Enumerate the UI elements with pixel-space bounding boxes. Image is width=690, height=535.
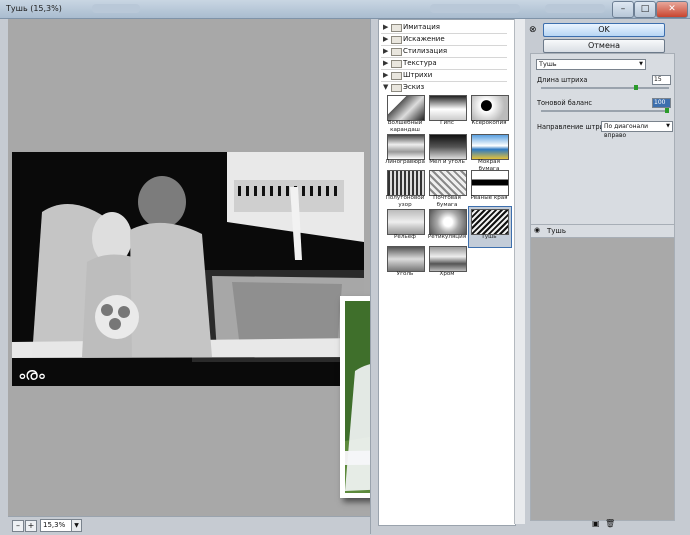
filter-category-strokes[interactable]: ▶ Штрихи xyxy=(381,70,507,82)
category-label: Текстура xyxy=(403,59,437,67)
folder-icon xyxy=(391,60,402,68)
filter-label: Линогравюра xyxy=(385,159,425,165)
collapse-triangle-icon: ▼ xyxy=(383,83,389,91)
window-title: Тушь (15,3%) xyxy=(6,4,62,13)
filter-thumb-chrome[interactable] xyxy=(429,246,467,272)
filter-label: Рельеф xyxy=(394,234,416,240)
filter-thumb-ink[interactable] xyxy=(471,209,509,235)
status-bar: – + 15,3% ▼ xyxy=(8,516,370,535)
filter-category-stylize[interactable]: ▶ Стилизация xyxy=(381,46,507,58)
category-label: Имитация xyxy=(403,23,440,31)
window-frame xyxy=(0,19,8,534)
svg-text:ൟ: ൟ xyxy=(18,364,45,385)
eye-icon[interactable]: ◉ xyxy=(534,226,540,234)
folder-icon xyxy=(391,36,402,44)
slider-knob[interactable] xyxy=(665,108,669,113)
zoom-in-button[interactable]: + xyxy=(25,520,37,532)
chevron-down-icon[interactable]: ▼ xyxy=(71,519,82,532)
filter-thumb-charcoal[interactable] xyxy=(387,246,425,272)
tonal-balance-label: Тоновой баланс xyxy=(537,99,593,107)
filter-thumb-torn-edges[interactable] xyxy=(471,170,509,196)
preview-image-ink-art: ൟ xyxy=(12,152,364,386)
title-bar-blur xyxy=(430,4,520,13)
effect-layer-label: Тушь xyxy=(547,227,566,235)
filter-label: Ксерокопия xyxy=(471,120,507,126)
stroke-length-label: Длина штриха xyxy=(537,76,588,84)
folder-icon xyxy=(391,24,402,32)
filter-label: Гипс xyxy=(440,120,454,126)
expand-triangle-icon: ▶ xyxy=(383,59,389,67)
filter-category-sketch[interactable]: ▼ Эскиз xyxy=(381,82,507,93)
zoom-out-button[interactable]: – xyxy=(12,520,24,532)
category-label: Штрихи xyxy=(403,71,433,79)
expand-triangle-icon: ▶ xyxy=(383,47,389,55)
filter-category-imitation[interactable]: ▶ Имитация xyxy=(381,22,507,34)
stroke-length-slider[interactable] xyxy=(541,85,669,90)
filter-thumb-chalk-charcoal[interactable] xyxy=(429,134,467,160)
filter-select-value: Тушь xyxy=(539,60,557,68)
title-bar: Тушь (15,3%) – □ ✕ xyxy=(0,0,690,19)
chevron-down-icon: ▼ xyxy=(639,61,643,67)
title-bar-blur xyxy=(545,4,605,13)
filter-thumb-bas-relief[interactable] xyxy=(387,209,425,235)
filter-category-distort[interactable]: ▶ Искажение xyxy=(381,34,507,46)
close-button[interactable]: ✕ xyxy=(656,1,688,18)
filter-label: Полутоновой узор xyxy=(385,195,425,208)
minimize-button[interactable]: – xyxy=(612,1,634,18)
filter-label: Уголь xyxy=(396,271,414,277)
filter-settings-panel: Тушь ▼ Длина штриха 15 Тоновой баланс 10… xyxy=(530,53,675,225)
filter-label: Почтовая бумага xyxy=(433,195,461,208)
effect-layer-row[interactable]: ◉ Тушь xyxy=(531,225,674,238)
folder-open-icon xyxy=(391,84,402,92)
filter-select[interactable]: Тушь ▼ xyxy=(536,59,646,70)
cancel-button[interactable]: Отмена xyxy=(543,39,665,53)
filter-thumb-wet-paper[interactable] xyxy=(471,134,509,160)
category-label: Искажение xyxy=(403,35,445,43)
expand-triangle-icon: ▶ xyxy=(383,23,389,31)
category-label: Стилизация xyxy=(403,47,448,55)
settings-column: ⊗ OK Отмена Тушь ▼ Длина штриха 15 Тонов… xyxy=(525,19,690,534)
title-bar-blur xyxy=(92,4,140,13)
filter-thumb-graphic-pen[interactable] xyxy=(387,95,425,121)
tonal-balance-input[interactable]: 100 xyxy=(652,98,671,108)
filter-label: Хром xyxy=(439,271,455,277)
new-effect-layer-icon[interactable]: ▣ xyxy=(592,519,600,528)
folder-icon xyxy=(391,48,402,56)
collapse-panel-icon[interactable]: ⊗ xyxy=(529,25,537,35)
preview-image-ink: ൟ xyxy=(12,152,364,386)
ok-button[interactable]: OK xyxy=(543,23,665,37)
filter-gallery: ▶ Имитация ▶ Искажение ▶ Стилизация ▶ Те… xyxy=(378,19,516,526)
filter-thumb-note-paper[interactable] xyxy=(429,170,467,196)
expand-triangle-icon: ▶ xyxy=(383,71,389,79)
filter-label: Мел и уголь xyxy=(429,159,465,165)
filter-gallery-scrollbar[interactable] xyxy=(514,19,525,524)
filter-label: Рваные края xyxy=(470,195,508,201)
zoom-level-field[interactable]: 15,3% xyxy=(40,519,74,532)
expand-triangle-icon: ▶ xyxy=(383,35,389,43)
filter-thumb-linocut[interactable] xyxy=(387,134,425,160)
filter-label: Ретикуляция xyxy=(427,234,467,240)
chevron-down-icon: ▼ xyxy=(666,123,670,129)
stroke-length-input[interactable]: 15 xyxy=(652,75,671,85)
slider-knob[interactable] xyxy=(634,85,638,90)
filter-thumb-plaster[interactable] xyxy=(429,95,467,121)
maximize-button[interactable]: □ xyxy=(634,1,656,18)
filter-thumb-photocopy[interactable] xyxy=(471,95,509,121)
filter-category-texture[interactable]: ▶ Текстура xyxy=(381,58,507,70)
stroke-direction-value: По диагонали вправо xyxy=(604,123,648,139)
filter-thumb-reticulation[interactable] xyxy=(429,209,467,235)
tonal-balance-slider[interactable] xyxy=(541,108,669,113)
filter-label: Тушь xyxy=(481,234,497,240)
category-label: Эскиз xyxy=(403,83,425,91)
trash-icon[interactable]: 🗑 xyxy=(605,519,615,528)
stroke-direction-select[interactable]: По диагонали вправо ▼ xyxy=(601,121,673,139)
effect-layers-panel: ◉ Тушь xyxy=(530,224,675,521)
filter-label: Волшебный карандаш xyxy=(387,120,423,133)
folder-icon xyxy=(391,72,402,80)
filter-thumb-halftone[interactable] xyxy=(387,170,425,196)
